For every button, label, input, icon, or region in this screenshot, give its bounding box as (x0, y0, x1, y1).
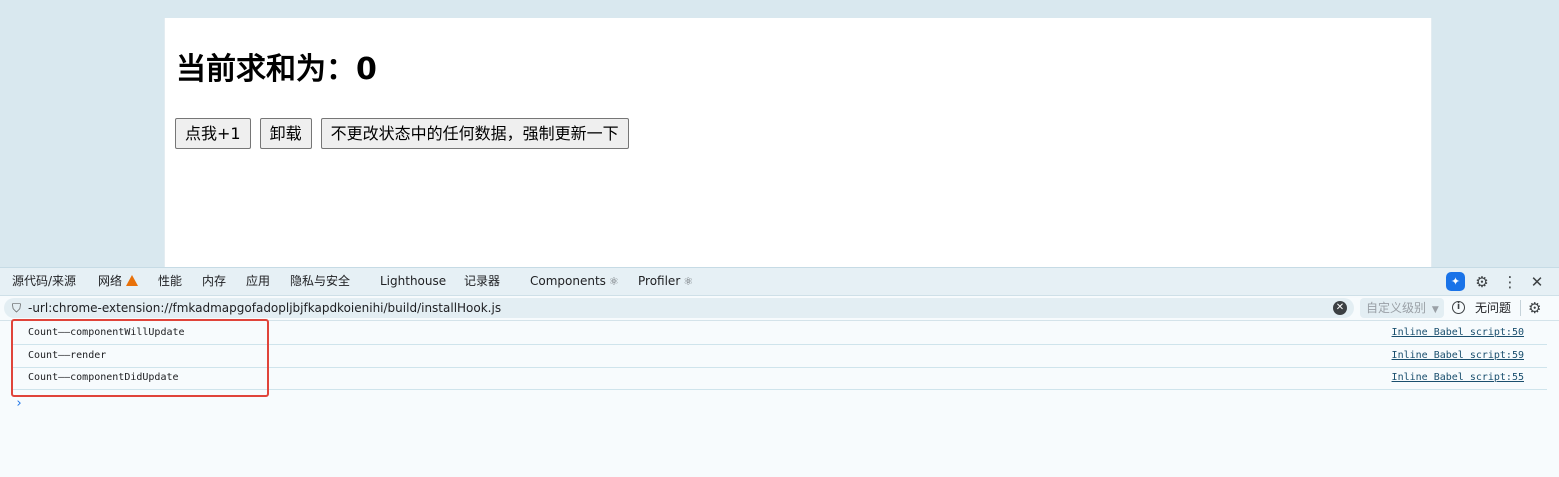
log-message: Count——componentWillUpdate (28, 327, 185, 338)
divider (1520, 300, 1521, 316)
tab-components-label: Components (530, 274, 606, 288)
tab-profiler-label: Profiler (638, 274, 681, 288)
tab-privacy-security[interactable]: 隐私与安全 (290, 268, 350, 295)
increment-button[interactable]: 点我+1 (175, 118, 251, 149)
log-message: Count——componentDidUpdate (28, 372, 179, 383)
tab-components[interactable]: Components ⚛ (530, 268, 619, 295)
log-source-link[interactable]: Inline Babel script:55 (1392, 367, 1524, 389)
filter-icon: ⛉ (12, 301, 22, 315)
tab-sources[interactable]: 源代码/来源 (12, 268, 76, 295)
console-output: Count——componentWillUpdate Inline Babel … (0, 321, 1559, 477)
force-update-button[interactable]: 不更改状态中的任何数据，强制更新一下 (320, 118, 629, 149)
log-level-label: 自定义级别 (1366, 301, 1427, 315)
devtools-panel: 源代码/来源 网络 性能 内存 应用 隐私与安全 Lighthouse 记录器 … (0, 267, 1559, 477)
tab-memory[interactable]: 内存 (202, 268, 226, 295)
tab-network-label: 网络 (98, 274, 123, 288)
console-prompt-icon[interactable]: › (15, 396, 23, 411)
tab-profiler[interactable]: Profiler ⚛ (638, 268, 693, 295)
clear-filter-icon[interactable]: ✕ (1333, 301, 1347, 315)
more-options-icon[interactable]: ⋮ (1500, 272, 1520, 292)
issues-counter[interactable]: 无问题 (1475, 296, 1511, 320)
tab-lighthouse[interactable]: Lighthouse (380, 268, 446, 295)
ai-assistance-icon[interactable]: ✦ (1446, 272, 1465, 291)
console-filter-bar: ⛉ ✕ 自定义级别 ▼ i 无问题 ⚙ (0, 296, 1559, 321)
log-source-link[interactable]: Inline Babel script:50 (1392, 322, 1524, 344)
sum-heading: 当前求和为：0 (176, 52, 377, 87)
devtools-tabbar: 源代码/来源 网络 性能 内存 应用 隐私与安全 Lighthouse 记录器 … (0, 268, 1559, 296)
log-source-link[interactable]: Inline Babel script:59 (1392, 345, 1524, 367)
console-log-row: Count——render Inline Babel script:59 (12, 345, 1547, 368)
settings-icon[interactable]: ⚙ (1472, 272, 1492, 292)
log-message: Count——render (28, 350, 107, 361)
chevron-down-icon: ▼ (1431, 305, 1439, 315)
info-icon: i (1452, 301, 1465, 314)
filter-input-container: ⛉ ✕ (4, 298, 1354, 318)
tab-network[interactable]: 网络 (98, 268, 139, 295)
tab-performance[interactable]: 性能 (158, 268, 182, 295)
tab-recorder[interactable]: 记录器 (464, 268, 500, 295)
filter-input[interactable] (28, 298, 1318, 318)
tab-application[interactable]: 应用 (246, 268, 270, 295)
close-icon[interactable]: ✕ (1527, 272, 1547, 292)
console-log-row: Count——componentDidUpdate Inline Babel s… (12, 367, 1547, 390)
log-level-select[interactable]: 自定义级别 ▼ (1360, 298, 1444, 318)
warning-icon (126, 275, 139, 286)
react-icon: ⚛ (608, 275, 619, 288)
react-icon: ⚛ (683, 275, 694, 288)
console-log-row: Count——componentWillUpdate Inline Babel … (12, 322, 1547, 345)
console-settings-icon[interactable]: ⚙ (1528, 298, 1541, 318)
unmount-button[interactable]: 卸载 (259, 118, 312, 149)
page-viewport: 当前求和为：0 点我+1 卸载 不更改状态中的任何数据，强制更新一下 (164, 18, 1432, 267)
button-row: 点我+1 卸载 不更改状态中的任何数据，强制更新一下 (175, 118, 629, 149)
